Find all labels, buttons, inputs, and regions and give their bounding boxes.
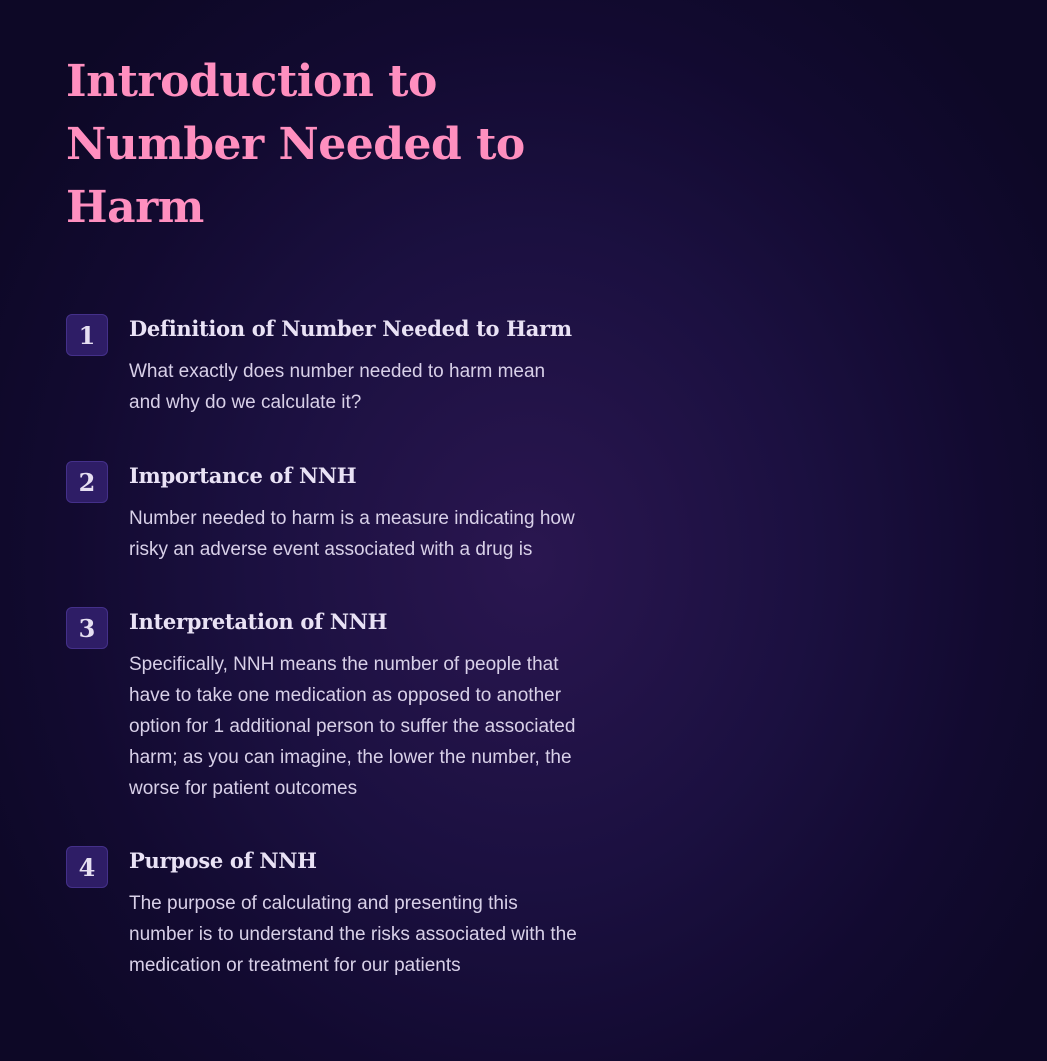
list-item-title: Definition of Number Needed to Harm [129, 316, 572, 341]
list-item-title: Interpretation of NNH [129, 609, 388, 634]
list-item-title: Purpose of NNH [129, 848, 317, 873]
list-item-title: Importance of NNH [129, 463, 357, 488]
number-badge: 4 [66, 846, 108, 888]
list-item: 1 Definition of Number Needed to Harm Wh… [66, 314, 586, 418]
numbered-list: 1 Definition of Number Needed to Harm Wh… [66, 314, 586, 981]
slide: Introduction to Number Needed to Harm 1 … [66, 50, 586, 976]
list-item: 3 Interpretation of NNH Specifically, NN… [66, 607, 586, 804]
list-item-description: What exactly does number needed to harm … [129, 361, 546, 413]
number-badge: 3 [66, 607, 108, 649]
list-item-description: Number needed to harm is a measure indic… [129, 508, 575, 560]
list-item-content: Importance of NNH Number needed to harm … [129, 461, 586, 565]
list-item: 4 Purpose of NNH The purpose of calculat… [66, 846, 586, 981]
list-item-content: Interpretation of NNH Specifically, NNH … [129, 607, 586, 804]
list-item-content: Definition of Number Needed to Harm What… [129, 314, 586, 418]
list-item-description: The purpose of calculating and presentin… [129, 893, 577, 976]
list-item-content: Purpose of NNH The purpose of calculatin… [129, 846, 586, 981]
page-title: Introduction to Number Needed to Harm [66, 56, 525, 233]
number-badge: 1 [66, 314, 108, 356]
list-item-description: Specifically, NNH means the number of pe… [129, 654, 576, 799]
number-badge: 2 [66, 461, 108, 503]
list-item: 2 Importance of NNH Number needed to har… [66, 461, 586, 565]
